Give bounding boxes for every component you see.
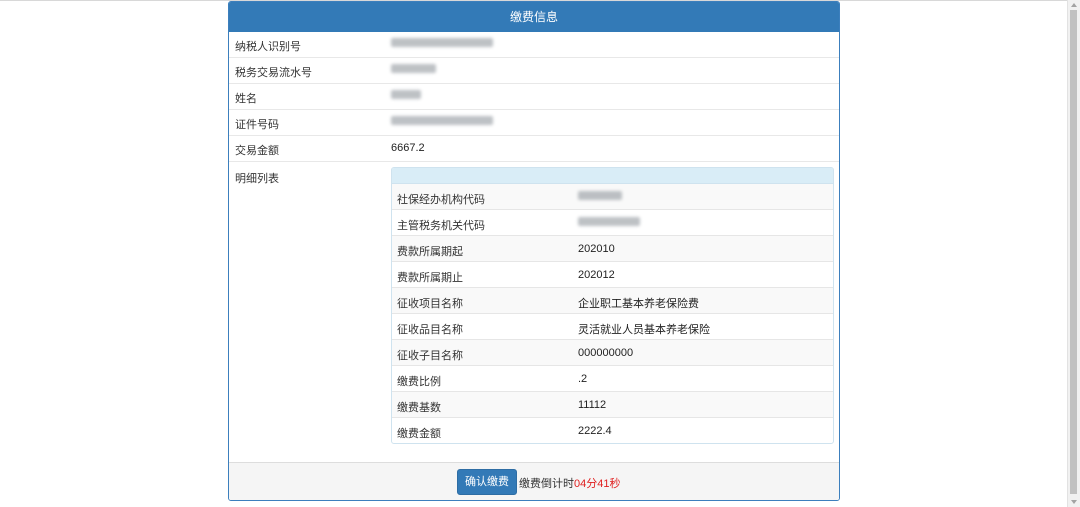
scroll-up-arrow-icon[interactable] [1071,3,1077,7]
row-label: 征收子目名称 [397,350,463,362]
panel-footer: 确认缴费 缴费倒计时04分41秒 [229,462,839,500]
id-number-label: 证件号码 [235,119,279,131]
name-value-redacted [391,90,421,102]
countdown-minutes-unit: 分 [586,478,598,490]
detail-table: 社保经办机构代码 主管税务机关代码 费款所属期起 202010 费款所属期止 2… [391,167,834,444]
row-label: 费款所属期起 [397,246,463,258]
row-value: 2222.4 [578,425,612,437]
id-number-value-redacted [391,116,493,128]
table-row: 社保经办机构代码 [392,184,833,210]
countdown-seconds-unit: 秒 [609,478,621,490]
table-row: 征收项目名称 企业职工基本养老保险费 [392,288,833,314]
row-label: 征收项目名称 [397,298,463,310]
table-row: 征收品目名称 灵活就业人员基本养老保险 [392,314,833,340]
row-value-redacted [578,191,622,203]
payment-countdown: 缴费倒计时04分41秒 [519,475,621,491]
countdown-seconds: 41 [597,478,610,490]
info-row-taxpayer-id: 纳税人识别号 [229,32,839,58]
table-row: 缴费基数 11112 [392,392,833,418]
amount-label: 交易金额 [235,145,279,157]
row-label: 费款所属期止 [397,272,463,284]
row-label: 缴费比例 [397,376,441,388]
info-row-name: 姓名 [229,84,839,110]
payment-info-panel: 缴费信息 纳税人识别号 税务交易流水号 姓名 证件号码 交易金额 6667.2 … [228,1,840,501]
row-value: .2 [578,373,588,385]
countdown-prefix: 缴费倒计时 [519,478,574,490]
scroll-thumb[interactable] [1070,10,1077,494]
row-value-redacted [578,217,640,229]
table-row: 缴费比例 .2 [392,366,833,392]
detail-list-row: 明细列表 社保经办机构代码 主管税务机关代码 费款所属期起 202010 费款所… [229,162,839,462]
row-value: 灵活就业人员基本养老保险 [578,324,710,336]
tax-serial-value-redacted [391,64,436,76]
countdown-minutes: 04 [574,478,587,490]
row-value: 11112 [578,399,607,411]
row-label: 征收品目名称 [397,324,463,336]
taxpayer-id-label: 纳税人识别号 [235,41,301,53]
confirm-payment-button[interactable]: 确认缴费 [457,469,517,495]
row-label: 主管税务机关代码 [397,220,485,232]
row-value: 000000000 [578,347,634,359]
amount-value: 6667.2 [391,142,425,154]
scroll-down-arrow-icon[interactable] [1071,500,1077,504]
row-label: 缴费基数 [397,402,441,414]
vertical-scrollbar[interactable] [1067,0,1080,507]
detail-table-header [392,168,833,184]
row-value: 202010 [578,243,615,255]
name-label: 姓名 [235,93,257,105]
panel-title: 缴费信息 [229,2,839,32]
taxpayer-id-value-redacted [391,38,493,50]
table-row: 缴费金额 2222.4 [392,418,833,443]
table-row: 主管税务机关代码 [392,210,833,236]
table-row: 费款所属期起 202010 [392,236,833,262]
row-label: 社保经办机构代码 [397,194,485,206]
detail-list-label: 明细列表 [235,173,279,185]
tax-serial-label: 税务交易流水号 [235,67,312,79]
info-row-amount: 交易金额 6667.2 [229,136,839,162]
row-label: 缴费金额 [397,428,441,440]
info-row-id-number: 证件号码 [229,110,839,136]
table-row: 费款所属期止 202012 [392,262,833,288]
row-value: 202012 [578,269,615,281]
info-row-tax-serial: 税务交易流水号 [229,58,839,84]
row-value: 企业职工基本养老保险费 [578,298,699,310]
table-row: 征收子目名称 000000000 [392,340,833,366]
